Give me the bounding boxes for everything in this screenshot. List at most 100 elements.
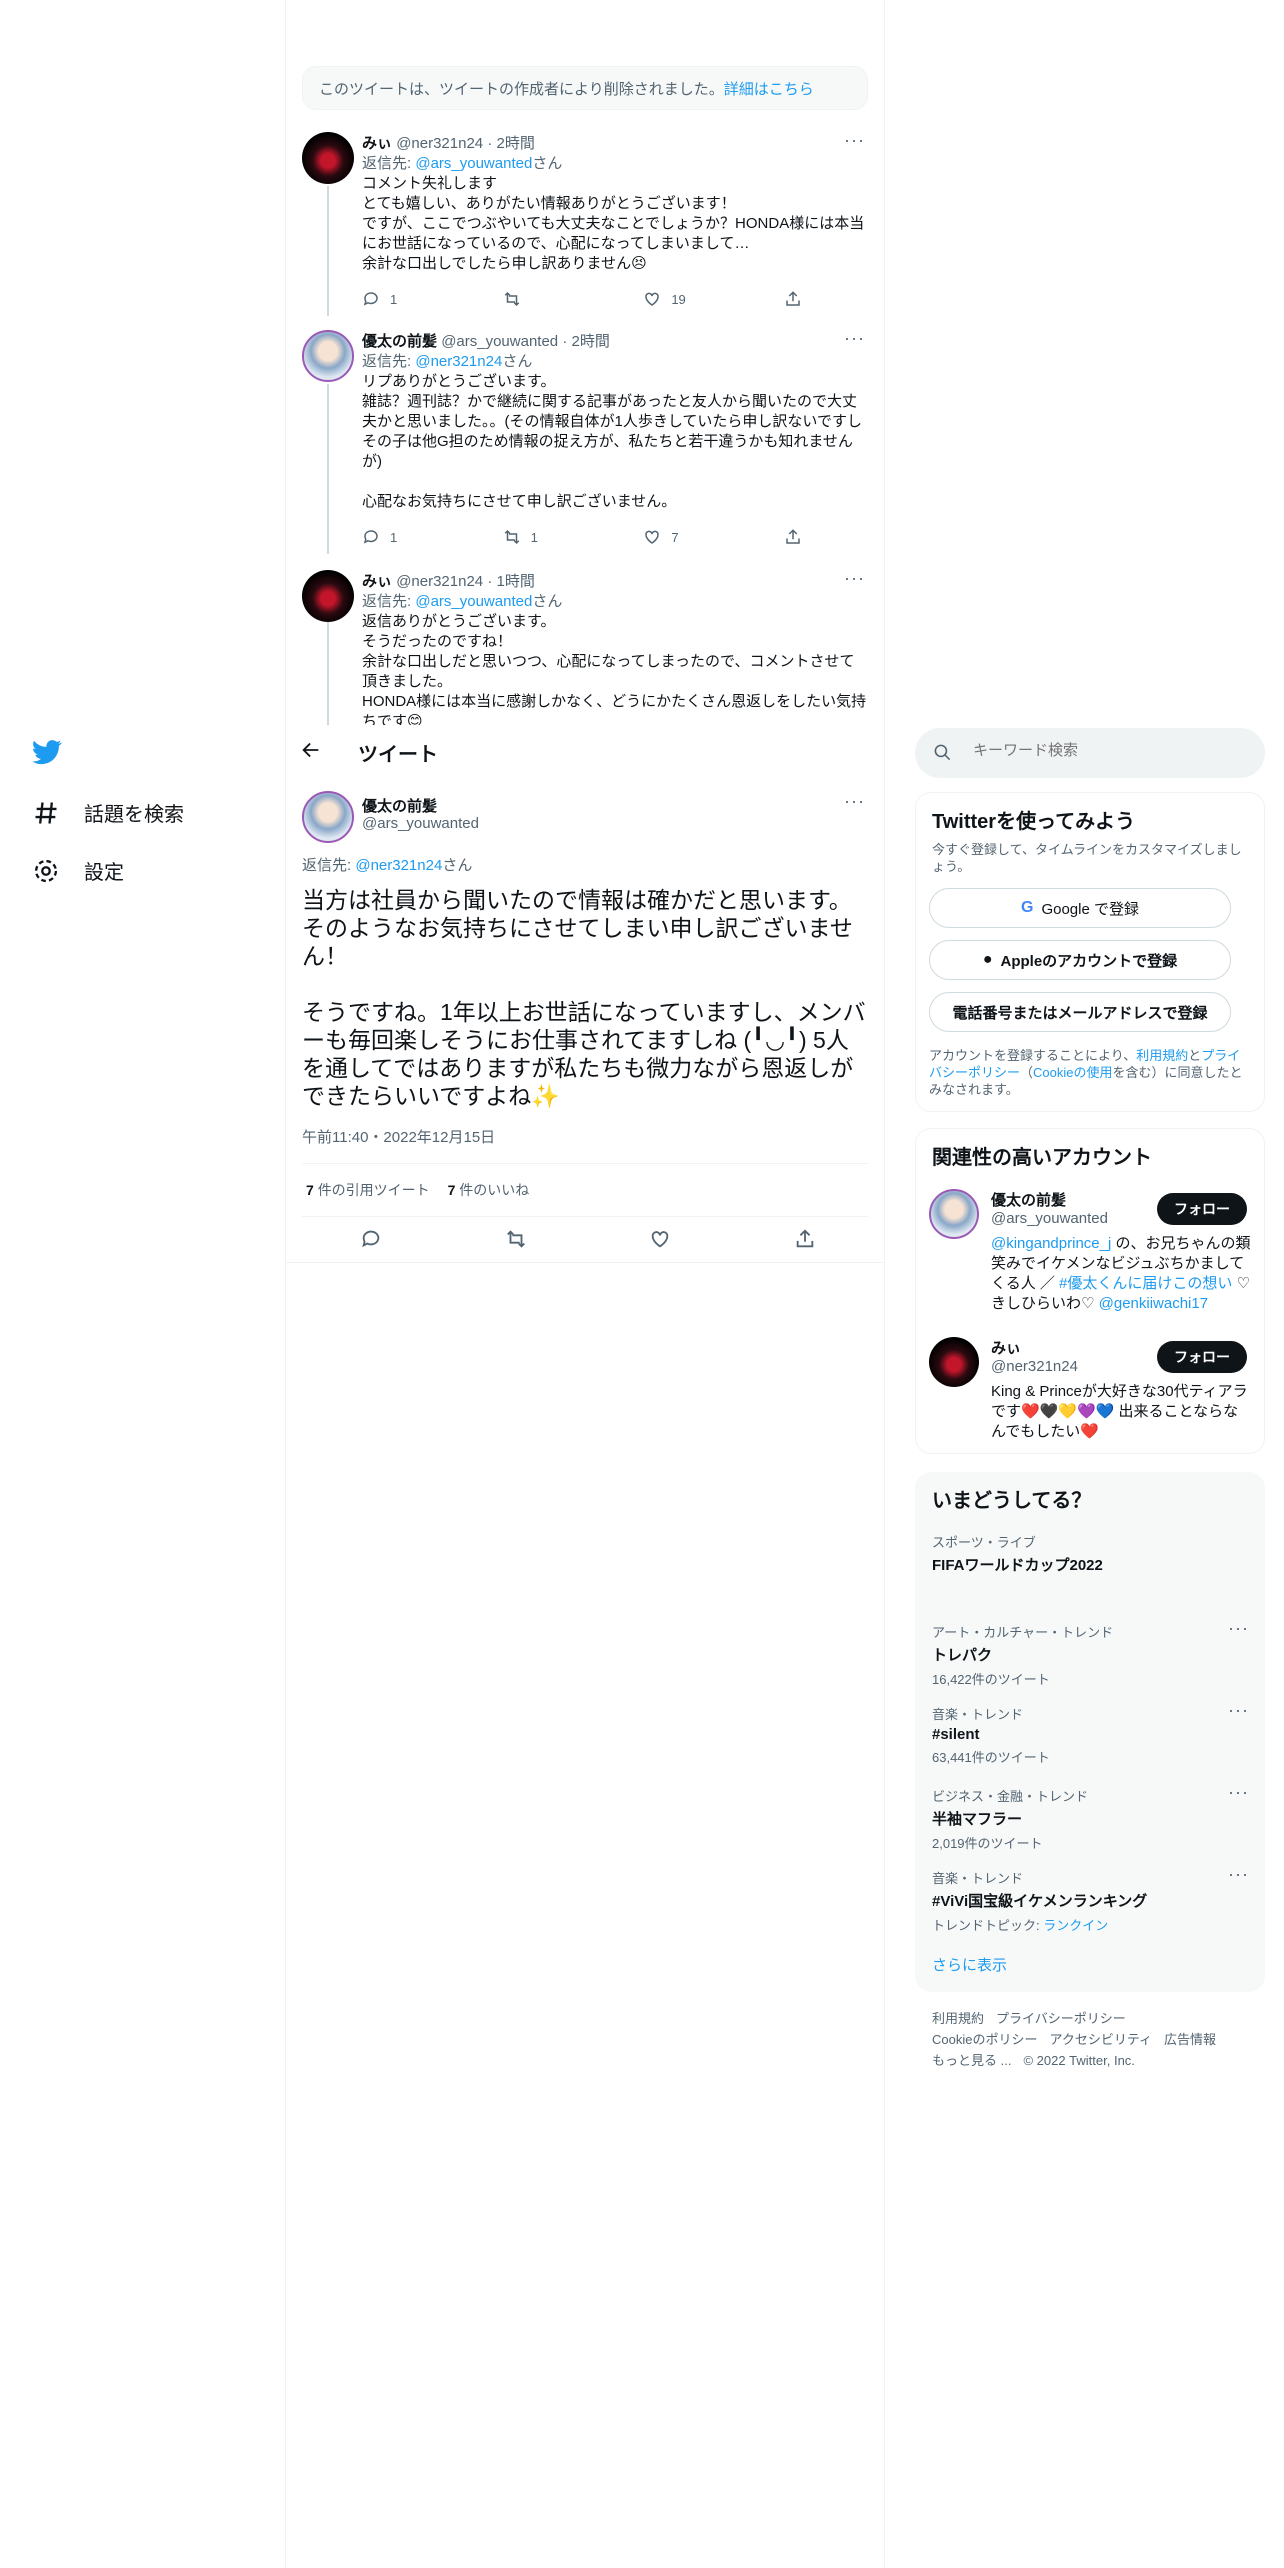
more-options-icon[interactable]: ··· <box>1228 1782 1249 1803</box>
reply-to-link[interactable]: @ars_youwanted <box>415 155 532 172</box>
reply-to-link[interactable]: @ars_youwanted <box>415 593 532 610</box>
account-handle[interactable]: @ner321n24 <box>991 1358 1078 1375</box>
main-tweet-author-name[interactable]: 優太の前髪 <box>362 795 437 816</box>
tweet[interactable]: 優太の前髪 @ars_youwanted · 2時間 返信先: @ner321n… <box>362 332 868 512</box>
search-box[interactable] <box>915 728 1265 778</box>
cookie-link[interactable]: Cookieの使用 <box>1033 1065 1112 1080</box>
signup-title: Twitterを使ってみよう <box>932 811 1136 833</box>
phone-signup-label: 電話番号またはメールアドレスで登録 <box>952 1004 1208 1022</box>
trend-item[interactable]: スポーツ・ライブ FIFAワールドカップ2022 <box>932 1532 1252 1575</box>
quote-count: 7 <box>306 1182 314 1198</box>
tweet[interactable]: みぃ @ner321n24 · 1時間 返信先: @ars_youwantedさ… <box>362 572 868 725</box>
reply-to-link[interactable]: @ner321n24 <box>415 353 502 370</box>
footer-terms[interactable]: 利用規約 <box>932 2011 984 2026</box>
main-tweet-handle[interactable]: @ars_youwanted <box>362 815 479 832</box>
like-button[interactable]: 19 <box>643 290 733 308</box>
tweet[interactable]: みぃ @ner321n24 · 2時間 返信先: @ars_youwantedさ… <box>362 134 868 274</box>
share-button[interactable] <box>784 290 802 308</box>
search-icon <box>934 744 951 761</box>
deleted-notice-link[interactable]: 詳細はこちら <box>724 78 814 99</box>
terms-link[interactable]: 利用規約 <box>1136 1048 1188 1063</box>
more-options-icon[interactable]: ··· <box>844 130 865 151</box>
reply-to-link[interactable]: @ner321n24 <box>355 857 442 874</box>
avatar[interactable] <box>302 132 354 184</box>
reply-icon <box>363 292 378 306</box>
tweet-handle[interactable]: @ner321n24 <box>396 135 483 152</box>
main-tweet-timestamp[interactable]: 午前11:40・2022年12月15日 <box>302 1126 495 1147</box>
tweet-author-name[interactable]: 優太の前髪 <box>362 333 437 350</box>
search-input[interactable] <box>971 741 1245 760</box>
retweet-icon[interactable] <box>505 1228 527 1250</box>
trend-title: 半袖マフラー <box>932 1811 1023 1828</box>
heart-icon[interactable] <box>649 1228 671 1250</box>
tweet-author-name[interactable]: みぃ <box>362 135 392 152</box>
nav-settings[interactable]: 設定 <box>32 856 124 885</box>
trend-item[interactable]: ビジネス・金融・トレンド 半袖マフラー 2,019件のツイート <box>932 1786 1252 1852</box>
quote-tweet-stat[interactable]: 7 件の引用ツイート <box>306 1182 430 1198</box>
more-options-icon[interactable]: ··· <box>844 328 865 349</box>
like-count: 19 <box>671 291 686 307</box>
reply-icon <box>363 530 378 544</box>
back-arrow-icon[interactable] <box>300 739 322 766</box>
bio-hashtag-link[interactable]: #優太くんに届けこの想い <box>1059 1275 1232 1292</box>
follow-button[interactable]: フォロー <box>1157 1341 1247 1373</box>
bio-link[interactable]: @kingandprince_j <box>991 1235 1111 1252</box>
tweet-author-name[interactable]: みぃ <box>362 573 392 590</box>
main-tweet-body: 当方は社員から聞いたので情報は確かだと思います。そのようなお気持ちにさせてしまい… <box>302 887 866 1109</box>
hashtag-icon <box>35 801 57 824</box>
share-button[interactable] <box>784 528 802 546</box>
footer-ads[interactable]: 広告情報 <box>1164 2032 1216 2047</box>
avatar[interactable] <box>302 791 354 843</box>
footer-accessibility[interactable]: アクセシビリティ <box>1049 2032 1152 2047</box>
reply-button[interactable]: 1 <box>362 528 452 546</box>
tweet-handle[interactable]: @ner321n24 <box>396 573 483 590</box>
tweet-actions: 1 19 <box>362 290 802 308</box>
reply-icon[interactable] <box>360 1228 382 1250</box>
more-options-icon[interactable]: ··· <box>1228 1618 1249 1639</box>
nav-explore[interactable]: 話題を検索 <box>32 798 184 827</box>
avatar[interactable] <box>929 1189 979 1239</box>
share-icon[interactable] <box>794 1228 816 1250</box>
reply-button[interactable]: 1 <box>362 290 452 308</box>
google-signup-button[interactable]: G Google で登録 <box>929 888 1231 928</box>
like-stat[interactable]: 7 件のいいね <box>448 1182 530 1198</box>
footer-cookie[interactable]: Cookieのポリシー <box>932 2032 1037 2047</box>
tweet-time[interactable]: 2時間 <box>572 333 610 350</box>
apple-signup-button[interactable]: ● Appleのアカウントで登録 <box>929 940 1231 980</box>
trend-item[interactable]: 音楽・トレンド #silent 63,441件のツイート <box>932 1704 1252 1766</box>
avatar[interactable] <box>302 570 354 622</box>
trend-category: スポーツ・ライブ <box>932 1535 1036 1550</box>
account-name[interactable]: みぃ <box>991 1337 1021 1358</box>
signup-legal: アカウントを登録することにより、利用規約とプライバシーポリシー（Cookieの使… <box>929 1047 1251 1098</box>
account-handle[interactable]: @ars_youwanted <box>991 1210 1108 1227</box>
main-column-right-border <box>884 0 885 2568</box>
retweet-button[interactable]: 1 <box>503 528 593 546</box>
trend-topic-link[interactable]: ランクイン <box>1043 1918 1108 1933</box>
reply-prefix: 返信先: <box>302 857 356 874</box>
footer-more[interactable]: もっと見る ... <box>932 2053 1011 2068</box>
more-options-icon[interactable]: ··· <box>1228 1700 1249 1721</box>
more-options-icon[interactable]: ··· <box>844 791 865 812</box>
trend-item[interactable]: アート・カルチャー・トレンド トレパク 16,422件のツイート <box>932 1622 1252 1688</box>
avatar[interactable] <box>929 1337 979 1387</box>
more-options-icon[interactable]: ··· <box>844 568 865 589</box>
more-options-icon[interactable]: ··· <box>1228 1864 1249 1885</box>
trend-item[interactable]: 音楽・トレンド #ViVi国宝級イケメンランキング トレンドトピック: ランクイ… <box>932 1868 1252 1934</box>
account-name[interactable]: 優太の前髪 <box>991 1189 1066 1210</box>
tweet-time[interactable]: 2時間 <box>497 135 535 152</box>
heart-icon <box>645 292 660 306</box>
show-more-link[interactable]: さらに表示 <box>932 1954 1007 1975</box>
tweet-time[interactable]: 1時間 <box>497 573 535 590</box>
trend-count: 63,441件のツイート <box>932 1750 1050 1765</box>
follow-button[interactable]: フォロー <box>1157 1193 1247 1225</box>
retweet-button[interactable] <box>503 290 593 308</box>
tweet-body: 返信ありがとうございます。 そうだったのですね！ 余計な口出しだと思いつつ、心配… <box>362 613 867 725</box>
phone-email-signup-button[interactable]: 電話番号またはメールアドレスで登録 <box>929 992 1231 1032</box>
avatar[interactable] <box>302 330 354 382</box>
bio-link[interactable]: @genkiiwachi17 <box>1099 1295 1208 1312</box>
like-button[interactable]: 7 <box>643 528 733 546</box>
twitter-logo-icon[interactable] <box>32 737 62 772</box>
thread-line <box>327 384 329 554</box>
tweet-handle[interactable]: @ars_youwanted <box>441 333 558 350</box>
footer-privacy[interactable]: プライバシーポリシー <box>996 2011 1126 2026</box>
